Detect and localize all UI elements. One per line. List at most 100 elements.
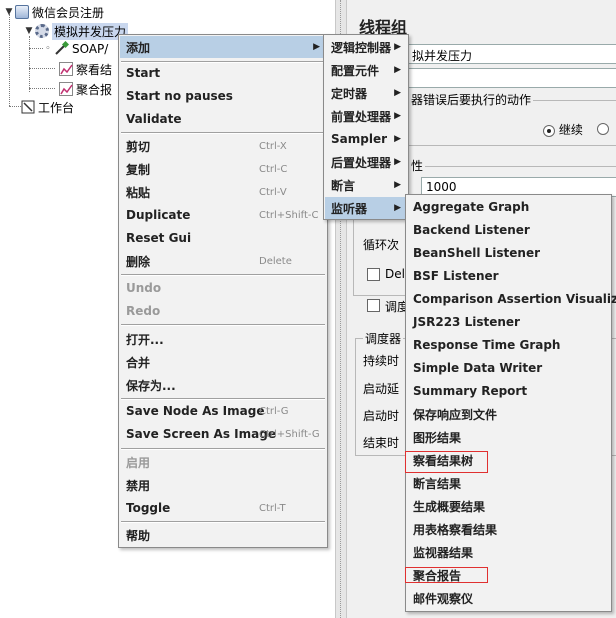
listener-item[interactable]: 邮件观察仪 (407, 587, 610, 609)
submenu-arrow-icon: ▶ (394, 203, 401, 213)
tree-node-label: 工作台 (38, 100, 75, 115)
listener-item[interactable]: BSF Listener (407, 265, 610, 287)
menu-item-duplicate[interactable]: Duplicate Ctrl+Shift-C (120, 204, 326, 226)
menu-item-cut[interactable]: 剪切 Ctrl-X (120, 135, 326, 157)
start-time-label: 启动时 (363, 409, 400, 423)
listener-submenu: Aggregate Graph Backend Listener BeanShe… (405, 194, 616, 612)
menu-item-toggle[interactable]: Toggle Ctrl-T (120, 497, 326, 519)
continue-option[interactable]: 继续 (543, 121, 583, 138)
submenu-arrow-icon: ▶ (394, 88, 401, 98)
submenu-arrow-icon: ▶ (394, 65, 401, 75)
submenu-arrow-icon: ▶ (313, 42, 320, 52)
submenu-item-listener[interactable]: 监听器 ▶ (325, 197, 407, 219)
listener-item[interactable]: 断言结果 (407, 472, 610, 494)
collapsed-toggle-icon[interactable]: ◦ (43, 44, 53, 54)
listener-item[interactable]: 用表格察看结果 (407, 518, 610, 540)
submenu-arrow-icon: ▶ (394, 180, 401, 190)
duration-label: 持续时 (363, 354, 400, 368)
menu-item-validate[interactable]: Validate (120, 108, 326, 130)
listener-item[interactable]: Response Time Graph (407, 334, 610, 356)
menu-item-reset-gui[interactable]: Reset Gui (120, 227, 326, 249)
menu-item-save-node-as-image[interactable]: Save Node As Image Ctrl-G (120, 400, 326, 422)
expand-toggle-icon[interactable]: ▼ (3, 7, 15, 17)
thread-group-gear-icon (35, 24, 49, 38)
menu-item-open[interactable]: 打开... (120, 328, 326, 350)
listener-item[interactable]: 图形结果 (407, 426, 610, 448)
listener-item[interactable]: Aggregate Graph (407, 196, 610, 218)
menu-separator (121, 274, 325, 276)
radio-unselected[interactable] (597, 122, 609, 135)
expand-toggle-icon[interactable]: ▼ (23, 26, 35, 36)
listener-item[interactable]: Comparison Assertion Visualizer (407, 288, 616, 310)
tree-node-label: 察看结 (76, 62, 113, 77)
continue-label: 继续 (558, 123, 583, 137)
listener-item[interactable]: Backend Listener (407, 219, 610, 241)
menu-item-start[interactable]: Start (120, 62, 326, 84)
tree-node-soap-sampler[interactable]: ◦ SOAP/ (43, 40, 108, 58)
submenu-item-post-processor[interactable]: 后置处理器 ▶ (325, 151, 407, 173)
tree-node-label: 模拟并发压力 (52, 22, 129, 40)
context-menu: 添加 ▶ Start Start no pauses Validate 剪切 C… (118, 34, 328, 548)
tree-node-test-plan[interactable]: ▼ 微信会员注册 (3, 3, 104, 21)
add-submenu: 逻辑控制器 ▶ 配置元件 ▶ 定时器 ▶ 前置处理器 ▶ Sampler ▶ 后… (323, 34, 409, 220)
listener-item[interactable]: 保存响应到文件 (407, 403, 610, 425)
error-action-label: 器错误后要执行的动作 (409, 91, 534, 108)
listener-item[interactable]: Summary Report (407, 380, 610, 402)
submenu-item-config-element[interactable]: 配置元件 ▶ (325, 59, 407, 81)
menu-item-delete[interactable]: 删除 Delete (120, 250, 326, 272)
listener-item[interactable]: 监视器结果 (407, 541, 610, 563)
scheduler-config-label: 调度器 (363, 330, 404, 347)
tree-node-view-results[interactable]: 察看结 (59, 60, 112, 78)
submenu-arrow-icon: ▶ (394, 42, 401, 52)
menu-item-disable[interactable]: 禁用 (120, 474, 326, 496)
test-plan-icon (15, 5, 29, 19)
loop-count-label: 循环次 (363, 238, 400, 252)
menu-separator (121, 132, 325, 134)
menu-item-paste[interactable]: 粘贴 Ctrl-V (120, 181, 326, 203)
name-field[interactable]: 拟并发压力 (407, 44, 616, 64)
menu-item-enable: 启用 (126, 455, 151, 470)
tree-node-thread-group[interactable]: ▼ 模拟并发压力 (23, 22, 129, 40)
jmeter-window: ▼ 微信会员注册 ▼ 模拟并发压力 ◦ SOAP/ 察看结 聚合报 工作台 线程… (0, 0, 616, 618)
menu-item-undo: Undo (126, 281, 162, 295)
submenu-item-sampler[interactable]: Sampler ▶ (325, 128, 407, 150)
menu-item-copy[interactable]: 复制 Ctrl-C (120, 158, 326, 180)
tree-node-workbench[interactable]: 工作台 (21, 98, 74, 116)
thread-properties-label: 性 (409, 157, 426, 174)
sampler-pipette-icon (53, 40, 70, 57)
menu-item-add[interactable]: 添加 ▶ (120, 36, 326, 58)
listener-item[interactable]: JSR223 Listener (407, 311, 610, 333)
startup-delay-label: 启动延 (363, 382, 400, 396)
submenu-item-timer[interactable]: 定时器 ▶ (325, 82, 407, 104)
listener-item[interactable]: BeanShell Listener (407, 242, 610, 264)
end-time-label: 结束时 (363, 436, 400, 450)
menu-separator (121, 521, 325, 523)
menu-item-start-no-pauses[interactable]: Start no pauses (120, 85, 326, 107)
listener-item-view-results-tree[interactable]: 察看结果树 (407, 449, 610, 471)
tree-node-label: 微信会员注册 (32, 5, 105, 20)
submenu-arrow-icon: ▶ (394, 134, 401, 144)
listener-item-aggregate-report[interactable]: 聚合报告 (407, 564, 610, 586)
tree-node-aggregate-report[interactable]: 聚合报 (59, 80, 112, 98)
menu-separator (121, 324, 325, 326)
submenu-item-logic-controller[interactable]: 逻辑控制器 ▶ (325, 36, 407, 58)
menu-item-save-screen-as-image[interactable]: Save Screen As Image Ctrl+Shift-G (120, 423, 326, 445)
listener-chart-icon (59, 82, 73, 96)
comments-field[interactable] (407, 68, 616, 88)
tree-node-label: 聚合报 (76, 82, 113, 97)
start-next-option[interactable] (597, 121, 609, 135)
listener-item[interactable]: Simple Data Writer (407, 357, 610, 379)
workbench-icon (21, 100, 35, 114)
radio-selected[interactable] (543, 124, 555, 137)
menu-item-redo: Redo (126, 304, 161, 318)
scheduler-checkbox[interactable] (367, 299, 380, 312)
tree-node-label: SOAP/ (72, 42, 109, 56)
listener-item[interactable]: 生成概要结果 (407, 495, 610, 517)
menu-item-save-as[interactable]: 保存为... (120, 374, 326, 396)
menu-item-help[interactable]: 帮助 (120, 524, 326, 546)
submenu-item-assertion[interactable]: 断言 ▶ (325, 174, 407, 196)
submenu-arrow-icon: ▶ (394, 157, 401, 167)
submenu-item-pre-processor[interactable]: 前置处理器 ▶ (325, 105, 407, 127)
delay-thread-creation-checkbox[interactable] (367, 268, 380, 281)
menu-item-merge[interactable]: 合并 (120, 351, 326, 373)
